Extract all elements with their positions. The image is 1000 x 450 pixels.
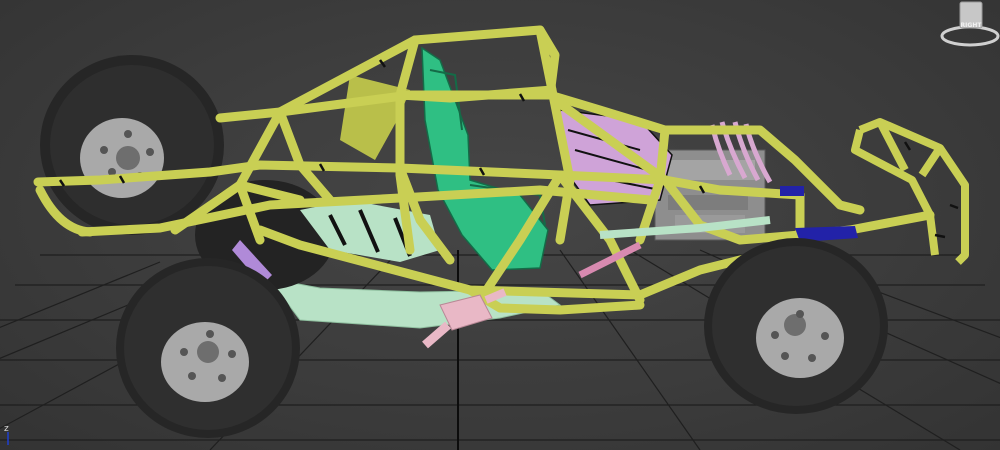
rear-near-wheel <box>116 258 300 438</box>
front-bumper <box>851 118 969 265</box>
viewcube-face-label[interactable]: RIGHT <box>961 22 983 29</box>
axis-label: z <box>4 424 9 434</box>
driver-seat <box>421 46 549 271</box>
viewcube-widget[interactable]: RIGHT <box>936 0 1000 52</box>
viewcube-ring[interactable] <box>940 25 1000 47</box>
dune-buggy-model[interactable] <box>0 0 1000 450</box>
rear-far-wheel <box>40 55 224 235</box>
front-near-wheel <box>704 238 888 414</box>
3d-viewport[interactable]: RIGHT z <box>0 0 1000 450</box>
rear-bracket <box>780 186 804 196</box>
